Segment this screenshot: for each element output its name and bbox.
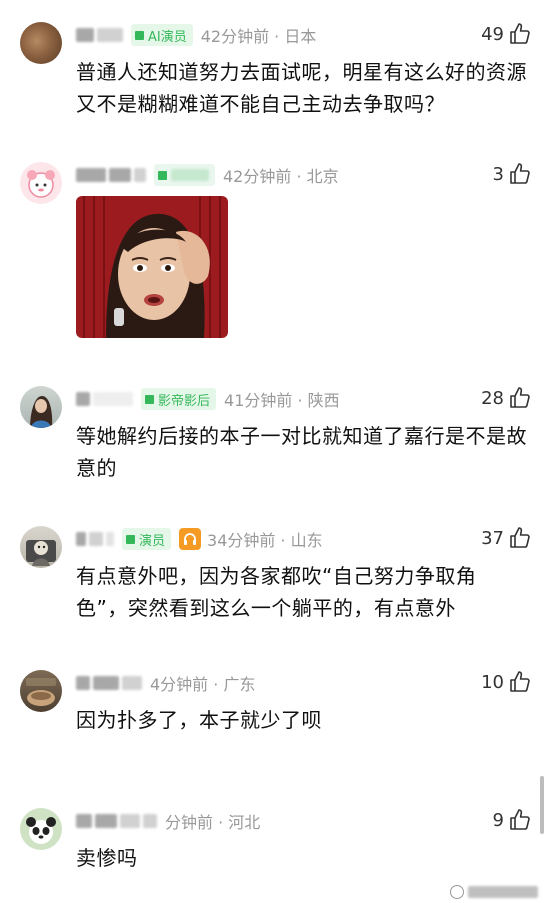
- comment-item: 演员 34分钟前 · 山东 37 有点意外吧，因为各家都吹“自己努力争取角色”，…: [0, 518, 550, 628]
- avatar[interactable]: [20, 386, 62, 428]
- badge-label: 演员: [139, 533, 166, 549]
- comment-meta: 演员 34分钟前 · 山东: [76, 526, 323, 552]
- at-icon: [450, 885, 464, 899]
- like-count: 3: [492, 163, 504, 185]
- comment-text: 普通人还知道努力去面试呢，明星有这么好的资源又不是糊糊难道不能自己主动去争取吗？: [76, 60, 527, 116]
- badge-icon: [135, 30, 144, 40]
- badge-icon: [158, 170, 167, 180]
- scrollbar[interactable]: [540, 776, 544, 834]
- badge-icon: [126, 534, 135, 544]
- comment-meta: 42分钟前 · 北京: [76, 162, 339, 188]
- comment-meta: 分钟前 · 河北: [76, 808, 260, 834]
- avatar[interactable]: [20, 22, 62, 64]
- comment-time-location: 42分钟前 · 日本: [200, 27, 317, 46]
- username[interactable]: [76, 168, 146, 182]
- like-count: 37: [481, 527, 504, 549]
- like-button[interactable]: 9: [493, 808, 532, 832]
- like-button[interactable]: 28: [481, 386, 532, 410]
- comment-item: 42分钟前 · 北京 3: [0, 154, 550, 354]
- like-button[interactable]: 49: [481, 22, 532, 46]
- like-count: 28: [481, 387, 504, 409]
- like-button[interactable]: 3: [493, 162, 532, 186]
- avatar[interactable]: [20, 670, 62, 712]
- like-button[interactable]: 37: [481, 526, 532, 550]
- username[interactable]: [76, 814, 157, 828]
- badge-label: 影帝影后: [158, 393, 211, 409]
- thumbs-up-icon: [508, 22, 532, 46]
- username[interactable]: [76, 392, 133, 406]
- comment-time-location: 42分钟前 · 北京: [223, 167, 339, 186]
- user-badge: [154, 164, 215, 186]
- username[interactable]: [76, 28, 123, 42]
- thumbs-up-icon: [508, 808, 532, 832]
- avatar[interactable]: [20, 162, 62, 204]
- comment-text: 卖惨吗: [76, 846, 138, 870]
- username[interactable]: [76, 676, 142, 690]
- watermark: [450, 885, 538, 899]
- comment-text: 有点意外吧，因为各家都吹“自己努力争取角色”，突然看到这么一个躺平的，有点意外: [76, 564, 477, 620]
- headphones-icon: [179, 528, 202, 550]
- comment-meta: AI演员 42分钟前 · 日本: [76, 22, 316, 48]
- comment-time-location: 34分钟前 · 山东: [207, 531, 323, 550]
- avatar-photo: [26, 540, 56, 566]
- user-badge: 演员: [122, 528, 172, 550]
- comment-time-location: 41分钟前 · 陕西: [224, 391, 340, 410]
- thumbs-up-icon: [508, 526, 532, 550]
- badge-label: AI演员: [148, 29, 187, 45]
- meme-photo: [76, 196, 228, 338]
- comment-time-location: 4分钟前 · 广东: [150, 675, 256, 694]
- avatar[interactable]: [20, 526, 62, 568]
- avatar-portrait: [30, 396, 53, 428]
- user-badge: 影帝影后: [141, 388, 217, 410]
- comment-item: 分钟前 · 河北 9 卖惨吗: [0, 800, 550, 880]
- comment-meta: 影帝影后 41分钟前 · 陕西: [76, 386, 340, 412]
- user-badge: AI演员: [131, 24, 193, 46]
- comment-item: AI演员 42分钟前 · 日本 49 普通人还知道努力去面试呢，明星有这么好的资…: [0, 14, 550, 134]
- badge-icon: [145, 394, 154, 404]
- thumbs-up-icon: [508, 670, 532, 694]
- like-count: 49: [481, 23, 504, 45]
- comment-image[interactable]: [76, 196, 228, 338]
- thumbs-up-icon: [508, 386, 532, 410]
- username[interactable]: [76, 532, 114, 546]
- like-count: 10: [481, 671, 504, 693]
- avatar-cartoon-icon: [27, 170, 55, 198]
- like-button[interactable]: 10: [481, 670, 532, 694]
- comment-text: 等她解约后接的本子一对比就知道了嘉行是不是故意的: [76, 424, 527, 480]
- comment-time-location: 分钟前 · 河北: [165, 813, 261, 832]
- comment-text: 因为扑多了，本子就少了呗: [76, 708, 322, 732]
- like-count: 9: [492, 809, 504, 831]
- thumbs-up-icon: [508, 162, 532, 186]
- avatar[interactable]: [20, 808, 62, 850]
- comment-item: 4分钟前 · 广东 10 因为扑多了，本子就少了呗: [0, 662, 550, 752]
- comment-item: 影帝影后 41分钟前 · 陕西 28 等她解约后接的本子一对比就知道了嘉行是不是…: [0, 378, 550, 488]
- comment-meta: 4分钟前 · 广东: [76, 670, 255, 696]
- panda-icon: [26, 817, 56, 844]
- avatar-photo: [26, 678, 56, 706]
